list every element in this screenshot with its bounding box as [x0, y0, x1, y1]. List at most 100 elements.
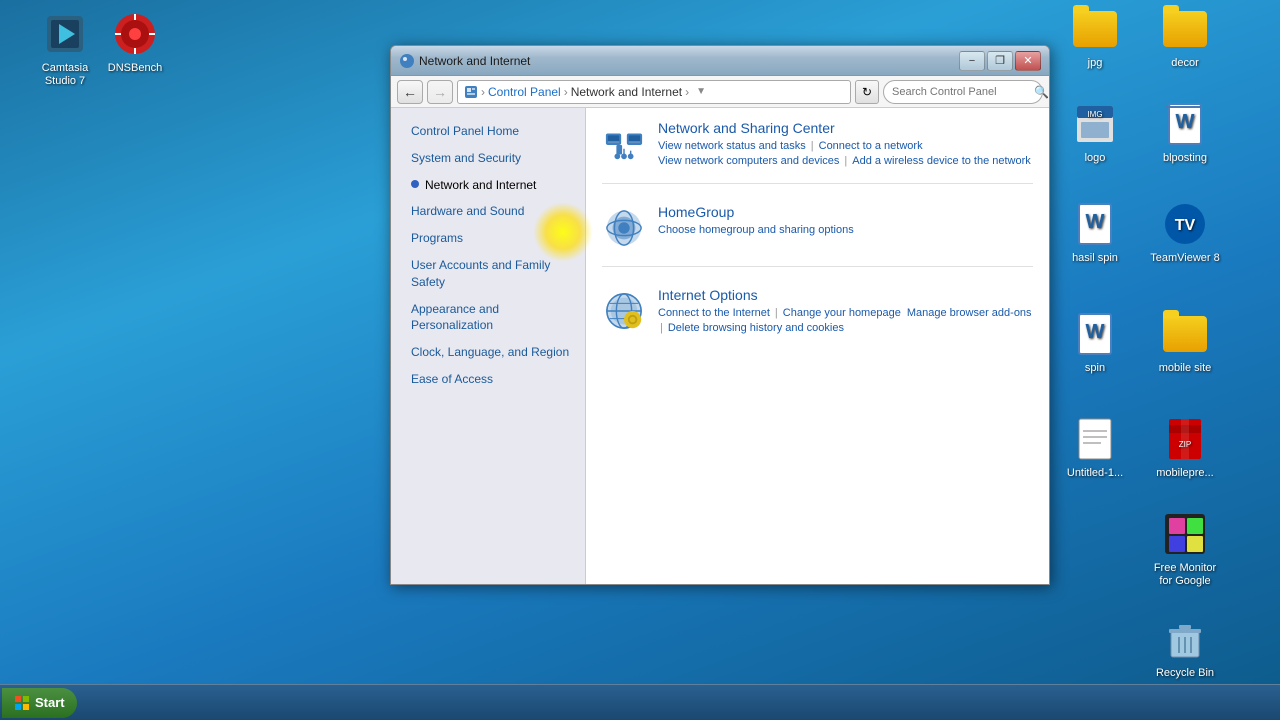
desktop-icon-blposting[interactable]: W blposting	[1150, 100, 1220, 165]
windows-logo-icon	[14, 695, 30, 711]
start-label: Start	[35, 695, 65, 710]
hasil-spin-label: hasil spin	[1072, 252, 1118, 265]
sidebar-item-system-security[interactable]: System and Security	[391, 145, 585, 172]
window-content: Control Panel Home System and Security N…	[391, 108, 1049, 584]
homegroup-body: HomeGroup Choose homegroup and sharing o…	[658, 204, 1033, 250]
network-sharing-links: View network status and tasks | Connect …	[658, 140, 1033, 167]
active-indicator	[411, 180, 419, 188]
link-view-computers[interactable]: View network computers and devices	[658, 155, 839, 167]
close-button[interactable]: ✕	[1015, 51, 1041, 71]
control-panel-window: Network and Internet − ❐ ✕ ← → › Control	[390, 45, 1050, 585]
network-sharing-title[interactable]: Network and Sharing Center	[658, 120, 1033, 136]
minimize-button[interactable]: −	[959, 51, 985, 71]
homegroup-links: Choose homegroup and sharing options	[658, 224, 1033, 236]
jpg-icon	[1071, 5, 1119, 53]
spin-icon: W	[1071, 310, 1119, 358]
link-homegroup-options[interactable]: Choose homegroup and sharing options	[658, 224, 854, 236]
sidebar-label-clock-language: Clock, Language, and Region	[411, 344, 569, 361]
desktop-icon-mobilepre[interactable]: ZIP mobilepre...	[1150, 415, 1220, 480]
homegroup-title[interactable]: HomeGroup	[658, 204, 1033, 220]
recycle-bin-icon	[1161, 615, 1209, 663]
desktop-icon-mobile-site[interactable]: mobile site	[1150, 310, 1220, 375]
mobilepre-icon: ZIP	[1161, 415, 1209, 463]
link-view-status[interactable]: View network status and tasks	[658, 140, 806, 152]
breadcrumb-bar[interactable]: › Control Panel › Network and Internet ›…	[457, 80, 851, 104]
sidebar-label-network-internet: Network and Internet	[425, 177, 536, 194]
breadcrumb-dropdown-arrow[interactable]: ▼	[696, 86, 706, 97]
sidebar-item-programs[interactable]: Programs	[391, 225, 585, 252]
sidebar-label-programs: Programs	[411, 230, 463, 247]
back-button[interactable]: ←	[397, 80, 423, 104]
sidebar-label-hardware-sound: Hardware and Sound	[411, 203, 524, 220]
window-title: Network and Internet	[419, 54, 530, 68]
desktop-icon-recycle-bin[interactable]: Recycle Bin	[1150, 615, 1220, 680]
breadcrumb-separator-3: ›	[685, 85, 689, 99]
internet-options-icon	[602, 289, 646, 333]
decor-icon	[1161, 5, 1209, 53]
svg-text:TV: TV	[1175, 217, 1196, 234]
section-internet-options: Internet Options Connect to the Internet…	[602, 287, 1033, 350]
desktop-icon-free-monitor[interactable]: Free Monitor for Google	[1150, 510, 1220, 588]
desktop-icon-camtasia[interactable]: Camtasia Studio 7	[30, 10, 100, 88]
free-monitor-icon	[1161, 510, 1209, 558]
teamviewer-label: TeamViewer 8	[1150, 252, 1220, 265]
sidebar-item-user-accounts[interactable]: User Accounts and Family Safety	[391, 252, 585, 296]
network-sharing-icon	[602, 122, 646, 166]
link-add-wireless[interactable]: Add a wireless device to the network	[852, 155, 1031, 167]
breadcrumb-current: Network and Internet	[571, 85, 682, 99]
sidebar-label-appearance: Appearance and Personalization	[411, 301, 571, 335]
sidebar-label-system-security: System and Security	[411, 150, 521, 167]
window-icon	[399, 53, 415, 69]
sidebar-item-hardware-sound[interactable]: Hardware and Sound	[391, 198, 585, 225]
title-bar: Network and Internet − ❐ ✕	[391, 46, 1049, 76]
forward-button[interactable]: →	[427, 80, 453, 104]
link-change-homepage[interactable]: Change your homepage	[783, 307, 901, 319]
start-button[interactable]: Start	[2, 688, 77, 718]
sidebar-label-user-accounts: User Accounts and Family Safety	[411, 257, 571, 291]
sidebar-item-appearance[interactable]: Appearance and Personalization	[391, 296, 585, 340]
desktop-icon-untitled[interactable]: Untitled-1...	[1060, 415, 1130, 480]
taskbar: Start	[0, 684, 1280, 720]
homegroup-icon	[602, 206, 646, 250]
desktop-icon-jpg[interactable]: jpg	[1060, 5, 1130, 70]
desktop-icon-decor[interactable]: decor	[1150, 5, 1220, 70]
sidebar-item-clock-language[interactable]: Clock, Language, and Region	[391, 339, 585, 366]
link-delete-history[interactable]: Delete browsing history and cookies	[668, 322, 844, 334]
sidebar-item-network-internet[interactable]: Network and Internet	[391, 172, 585, 199]
decor-label: decor	[1171, 57, 1199, 70]
network-sharing-body: Network and Sharing Center View network …	[658, 120, 1033, 167]
mobilepre-label: mobilepre...	[1156, 467, 1213, 480]
desktop-icon-teamviewer[interactable]: TV TeamViewer 8	[1150, 200, 1220, 265]
mobile-site-icon	[1161, 310, 1209, 358]
desktop-icon-spin[interactable]: W spin	[1060, 310, 1130, 375]
sidebar: Control Panel Home System and Security N…	[391, 108, 586, 584]
hasil-spin-icon: W	[1071, 200, 1119, 248]
link-connect-network[interactable]: Connect to a network	[819, 140, 923, 152]
logo-label: logo	[1085, 152, 1106, 165]
breadcrumb-control-panel[interactable]: Control Panel	[488, 85, 561, 99]
mobile-site-label: mobile site	[1159, 362, 1212, 375]
link-manage-addons[interactable]: Manage browser add-ons	[907, 307, 1032, 319]
refresh-button[interactable]: ↻	[855, 80, 879, 104]
desktop-icon-dnsbench[interactable]: DNSBench	[100, 10, 170, 75]
desktop-icon-logo[interactable]: IMG logo	[1060, 100, 1130, 165]
blposting-icon: W	[1161, 100, 1209, 148]
link-connect-internet[interactable]: Connect to the Internet	[658, 307, 770, 319]
restore-button[interactable]: ❐	[987, 51, 1013, 71]
svg-text:W: W	[1086, 211, 1105, 233]
sidebar-item-ease-access[interactable]: Ease of Access	[391, 366, 585, 393]
sidebar-item-control-panel-home[interactable]: Control Panel Home	[391, 118, 585, 145]
camtasia-label: Camtasia Studio 7	[30, 62, 100, 88]
recycle-bin-label: Recycle Bin	[1156, 667, 1214, 680]
search-icon[interactable]: 🔍	[1034, 85, 1049, 99]
desktop-icon-hasil-spin[interactable]: W hasil spin	[1060, 200, 1130, 265]
internet-options-title[interactable]: Internet Options	[658, 287, 1033, 303]
search-input[interactable]	[892, 86, 1034, 98]
logo-icon: IMG	[1071, 100, 1119, 148]
sidebar-label-ease-access: Ease of Access	[411, 371, 493, 388]
breadcrumb-root-icon	[464, 85, 478, 99]
search-box: 🔍	[883, 80, 1043, 104]
teamviewer-icon: TV	[1161, 200, 1209, 248]
sidebar-label-control-panel-home: Control Panel Home	[411, 123, 519, 140]
section-homegroup: HomeGroup Choose homegroup and sharing o…	[602, 204, 1033, 267]
